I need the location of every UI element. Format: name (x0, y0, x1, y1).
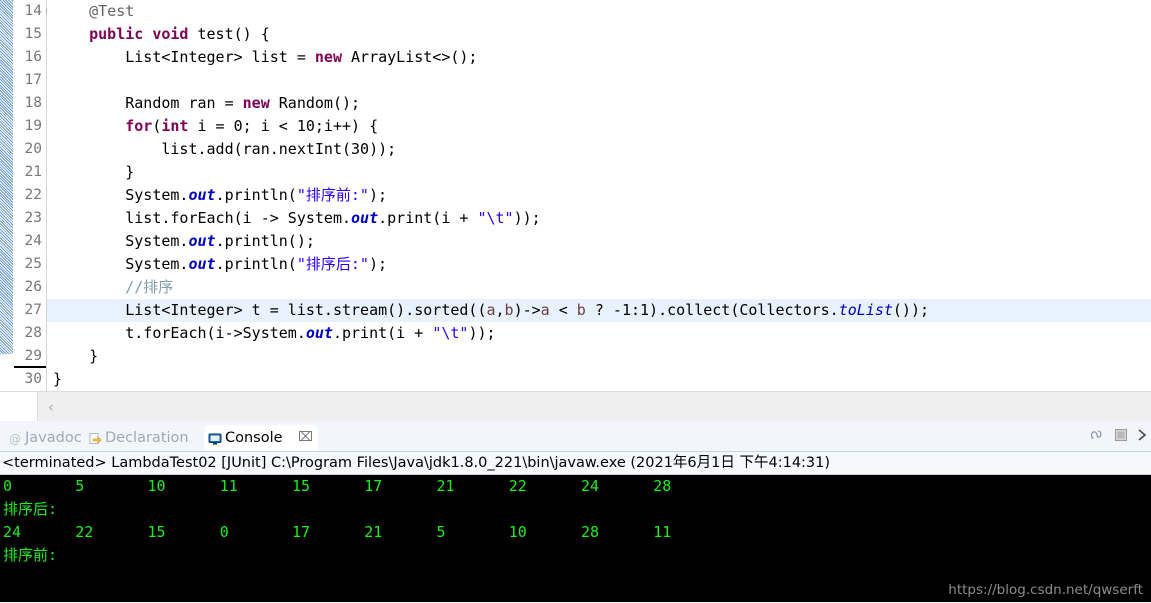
line-number: 16 (24, 49, 42, 65)
line-number: 29 (14, 345, 46, 368)
annotation-ruler[interactable] (0, 0, 14, 391)
line-number: 25 (24, 256, 42, 272)
code-line[interactable]: t.forEach(i->System.out.print(i + "\t"))… (47, 322, 1151, 345)
code-line[interactable]: System.out.println("排序前:"); (47, 184, 1151, 207)
close-icon[interactable]: ⌧ (298, 425, 313, 451)
at-icon: @ (8, 427, 22, 453)
tab-javadoc[interactable]: @ Javadoc (4, 425, 86, 451)
declaration-icon (88, 427, 102, 453)
console-output-line: 0 5 10 11 15 17 21 22 24 28 (3, 477, 672, 495)
editor-inner: 14 15 16 17 18 19 20 21 22 23 24 25 26 27 28 29 30 @Test… (0, 0, 1151, 391)
console-output-line: 排序前: (3, 546, 58, 564)
line-number: 19 (24, 118, 42, 134)
code-line[interactable]: //排序 (47, 276, 1151, 299)
pin-console-icon[interactable] (1089, 426, 1105, 445)
code-line[interactable]: System.out.println(); (47, 230, 1151, 253)
tab-console[interactable]: Console ⌧ (204, 425, 318, 451)
line-number: 23 (24, 210, 42, 226)
code-line[interactable]: } (47, 368, 1151, 391)
console-view: @ Javadoc Declaration Console ⌧ <termina… (0, 421, 1151, 603)
line-number: 22 (24, 187, 42, 203)
code-line[interactable]: list.add(ran.nextInt(30)); (47, 138, 1151, 161)
display-selected-console-icon[interactable] (1137, 426, 1149, 445)
line-number: 27 (24, 302, 42, 318)
tab-declaration-label: Declaration (105, 430, 189, 446)
console-output-line: 24 22 15 0 17 21 5 10 28 11 (3, 523, 672, 541)
line-number: 18 (24, 95, 42, 111)
code-line[interactable]: } (47, 345, 1151, 368)
editor-horizontal-scrollbar[interactable]: ‹ (0, 391, 1151, 421)
code-line[interactable]: List<Integer> list = new ArrayList<>(); (47, 46, 1151, 69)
tab-declaration[interactable]: Declaration (84, 425, 193, 451)
code-line[interactable]: public void test() { (47, 23, 1151, 46)
svg-text:@: @ (9, 432, 21, 446)
terminated-process-line: <terminated> LambdaTest02 [JUnit] C:\Pro… (0, 452, 1151, 475)
console-icon (208, 427, 222, 453)
view-tab-bar: @ Javadoc Declaration Console ⌧ (0, 421, 1151, 452)
tab-console-label: Console (225, 430, 283, 446)
code-line[interactable]: @Test (47, 0, 1151, 23)
code-text-area[interactable]: @Test public void test() { List<Integer>… (47, 0, 1151, 391)
code-line[interactable]: Random ran = new Random(); (47, 92, 1151, 115)
code-line[interactable] (47, 69, 1151, 92)
code-line[interactable]: System.out.println("排序后:"); (47, 253, 1151, 276)
line-number: 30 (24, 371, 42, 387)
line-number: 21 (24, 164, 42, 180)
console-output-line: 排序后: (3, 500, 58, 518)
line-number-gutter[interactable]: 14 15 16 17 18 19 20 21 22 23 24 25 26 27 28 29 30 (14, 0, 57, 391)
line-number: 20 (24, 141, 42, 157)
code-line[interactable]: list.forEach(i -> System.out.print(i + "… (47, 207, 1151, 230)
code-line[interactable]: List<Integer> t = list.stream().sorted((… (47, 299, 1151, 322)
watermark: https://blog.csdn.net/qwserft (948, 582, 1143, 598)
console-toolbar (1089, 426, 1149, 445)
stop-icon[interactable] (1113, 426, 1129, 445)
line-number: 24 (24, 233, 42, 249)
line-number: 15 (24, 26, 42, 42)
code-line[interactable]: } (47, 161, 1151, 184)
line-number: 26 (24, 279, 42, 295)
tab-javadoc-label: Javadoc (25, 430, 82, 446)
code-line[interactable]: for(int i = 0; i < 10;i++) { (47, 115, 1151, 138)
line-number: 14 (14, 0, 57, 23)
line-number: 28 (24, 325, 42, 341)
code-editor[interactable]: 14 15 16 17 18 19 20 21 22 23 24 25 26 27 28 29 30 @Test… (0, 0, 1151, 421)
line-number: 17 (24, 72, 42, 88)
scroll-left-arrow-icon[interactable]: ‹ (48, 398, 54, 416)
scrollbar-left-pad (0, 392, 38, 421)
console-output[interactable]: 0 5 10 11 15 17 21 22 24 28 排序后: 24 22 15 … (0, 475, 1151, 602)
